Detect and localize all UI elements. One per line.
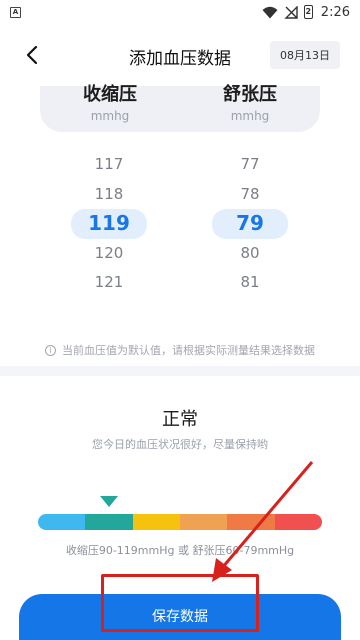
diastolic-header: 舒张压 mmhg: [210, 84, 290, 124]
pressure-scale: [38, 514, 322, 530]
diastolic-label: 舒张压: [223, 84, 277, 105]
pressure-status-description: 您今日的血压状况很好，尽量保持哟: [92, 438, 268, 451]
diastolic-picker[interactable]: 77 78 79 80 81: [210, 150, 290, 298]
wifi-icon: [262, 6, 278, 18]
status-bar-right: 2 2:26: [262, 5, 350, 20]
default-value-notice: i 当前血压值为默认值，请根据实际测量结果选择数据: [0, 342, 360, 358]
scale-segment-1: [85, 514, 133, 530]
scale-segment-3: [179, 514, 228, 530]
picker-value-selected[interactable]: 79: [212, 209, 288, 239]
notification-icon: A: [10, 6, 21, 18]
annotation-highlight-box: [101, 574, 259, 632]
scale-segment-4: [227, 514, 275, 530]
section-divider: [0, 366, 360, 376]
no-signal-icon: [284, 5, 298, 19]
scale-segment-2: [132, 514, 180, 530]
systolic-header: 收缩压 mmhg: [70, 84, 150, 124]
picker-value[interactable]: 120: [69, 239, 149, 269]
systolic-picker[interactable]: 117 118 119 120 121: [69, 150, 149, 298]
date-picker-button[interactable]: 08月13日: [270, 41, 340, 69]
notice-text: 当前血压值为默认值，请根据实际测量结果选择数据: [62, 344, 315, 357]
battery-icon: 2: [303, 5, 313, 19]
picker-value[interactable]: 77: [210, 150, 290, 180]
systolic-label: 收缩压: [83, 84, 137, 105]
pressure-status-title: 正常: [162, 409, 198, 430]
scale-segment-0: [38, 514, 86, 530]
picker-value-selected[interactable]: 119: [71, 209, 147, 239]
picker-value[interactable]: 117: [69, 150, 149, 180]
picker-value[interactable]: 80: [210, 239, 290, 269]
normal-range-text: 收缩压90-119mmHg 或 舒张压60-79mmHg: [65, 544, 295, 557]
diastolic-unit: mmhg: [230, 109, 270, 123]
picker-value[interactable]: 78: [210, 180, 290, 210]
picker-value[interactable]: 121: [69, 268, 149, 298]
picker-value[interactable]: 81: [210, 268, 290, 298]
scale-segment-5: [274, 514, 322, 530]
pressure-column-header: 收缩压 mmhg 舒张压 mmhg: [40, 84, 320, 132]
info-icon: i: [45, 345, 56, 356]
scale-marker-icon: [100, 496, 118, 507]
status-bar: A 2 2:26: [0, 0, 360, 24]
header: 添加血压数据 08月13日: [0, 32, 360, 78]
clock: 2:26: [320, 4, 350, 20]
picker-value[interactable]: 118: [69, 180, 149, 210]
systolic-unit: mmhg: [90, 109, 130, 123]
